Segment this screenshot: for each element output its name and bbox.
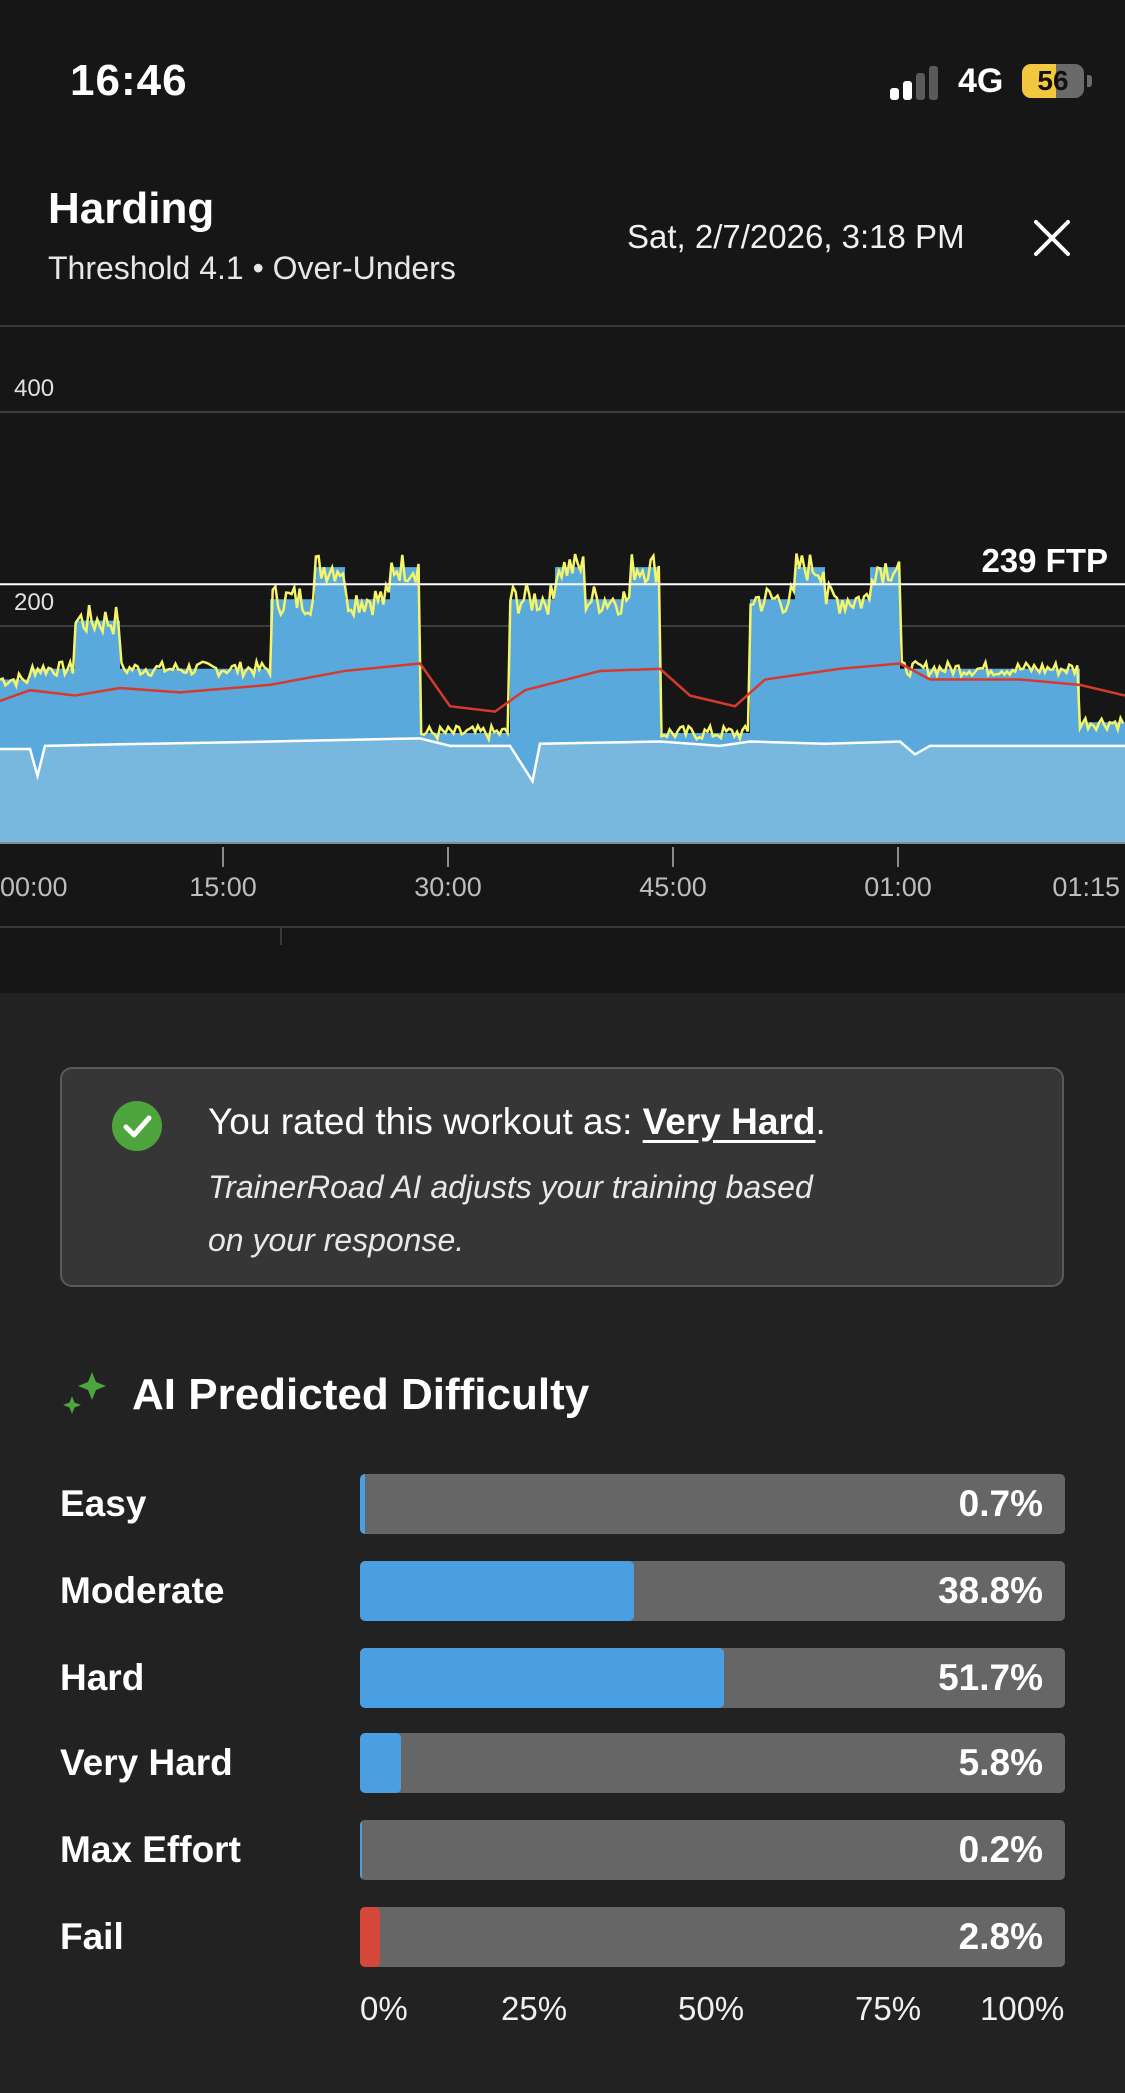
difficulty-bar-fill (360, 1907, 380, 1967)
workout-title: Harding (48, 184, 215, 233)
difficulty-row: Hard 51.7% (0, 1648, 1125, 1708)
x-tick-label: 30:00 (414, 872, 482, 902)
rating-value-link[interactable]: Very Hard (643, 1101, 816, 1142)
scale-label: 75% (855, 1990, 922, 2027)
header-divider (0, 325, 1125, 327)
scale-label: 0% (360, 1990, 408, 2027)
close-icon (1034, 220, 1070, 256)
ai-difficulty-title: AI Predicted Difficulty (132, 1370, 590, 1419)
difficulty-bar-track: 38.8% (360, 1561, 1065, 1621)
difficulty-row: Max Effort 0.2% (0, 1820, 1125, 1880)
cellular-signal-icon (890, 64, 946, 100)
difficulty-percent: 51.7% (938, 1657, 1043, 1698)
difficulty-bar-track: 0.7% (360, 1474, 1065, 1534)
difficulty-percent: 5.8% (958, 1742, 1043, 1783)
x-tick-label: 15:00 (189, 872, 257, 902)
difficulty-bar-fill (360, 1733, 401, 1793)
difficulty-label: Max Effort (60, 1829, 241, 1870)
rating-suffix: . (815, 1101, 826, 1142)
workout-subtitle: Threshold 4.1 • Over-Unders (48, 250, 456, 286)
cadence-area (0, 738, 1125, 843)
rating-summary: You rated this workout as: Very Hard. (208, 1101, 826, 1143)
difficulty-bar-track: 0.2% (360, 1820, 1065, 1880)
workout-date: Sat, 2/7/2026, 3:18 PM (627, 218, 965, 255)
difficulty-label: Moderate (60, 1570, 225, 1611)
y-tick-label: 400 (14, 375, 54, 402)
difficulty-label: Very Hard (60, 1742, 233, 1783)
x-tick-label: 00:00 (0, 872, 68, 902)
difficulty-percent: 0.7% (958, 1483, 1043, 1524)
network-type: 4G (958, 62, 1004, 100)
status-time: 16:46 (70, 56, 188, 105)
difficulty-label: Easy (60, 1483, 147, 1524)
difficulty-bar-track: 5.8% (360, 1733, 1065, 1793)
difficulty-bar-fill (360, 1474, 365, 1534)
difficulty-label: Hard (60, 1657, 145, 1698)
difficulty-percent: 0.2% (958, 1829, 1043, 1870)
difficulty-label: Fail (60, 1916, 124, 1957)
difficulty-row: Fail 2.8% (0, 1907, 1125, 1967)
workout-power-chart[interactable]: 400 200 239 FTP 00:00 15:00 30:00 45:00 01:0… (0, 330, 1125, 950)
difficulty-row: Easy 0.7% (0, 1474, 1125, 1534)
x-tick-label: 01:15 (1052, 872, 1120, 902)
difficulty-percent: 38.8% (938, 1570, 1043, 1611)
x-tick-label: 01:00 (864, 872, 932, 902)
difficulty-bar-track: 51.7% (360, 1648, 1065, 1708)
battery-level: 56 (1037, 65, 1069, 96)
scale-label: 25% (501, 1990, 568, 2027)
difficulty-percent: 2.8% (958, 1916, 1043, 1957)
check-circle-icon (112, 1101, 162, 1151)
sparkle-icon (63, 1372, 106, 1414)
rating-prefix: You rated this workout as: (208, 1101, 643, 1142)
difficulty-bar-fill (360, 1561, 634, 1621)
rating-note: TrainerRoad AI adjusts your training bas… (208, 1169, 813, 1258)
scale-label: 50% (678, 1990, 745, 2027)
battery-icon: 56 (1022, 64, 1084, 98)
close-button[interactable] (1030, 216, 1074, 260)
difficulty-bar-fill (360, 1648, 725, 1708)
difficulty-row: Moderate 38.8% (0, 1561, 1125, 1621)
x-tick-label: 45:00 (639, 872, 707, 902)
difficulty-bar-fill (360, 1820, 362, 1880)
workout-rating-card: You rated this workout as: Very Hard. Tr… (60, 1067, 1064, 1287)
battery-tip (1087, 75, 1092, 87)
difficulty-row: Very Hard 5.8% (0, 1733, 1125, 1793)
y-tick-label: 200 (14, 589, 54, 616)
ftp-label: 239 FTP (981, 542, 1108, 579)
difficulty-bar-track: 2.8% (360, 1907, 1065, 1967)
scale-label: 100% (980, 1990, 1065, 2027)
